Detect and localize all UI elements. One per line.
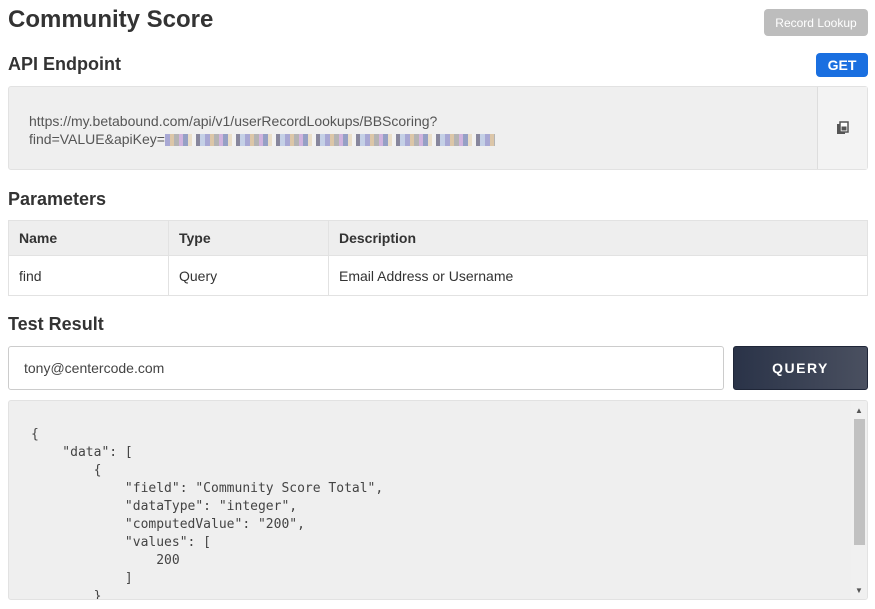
table-header-row: Name Type Description (8, 220, 868, 256)
copy-button[interactable] (817, 87, 867, 169)
param-type-cell: Query (168, 255, 329, 296)
column-header-type: Type (168, 220, 329, 256)
test-result-heading: Test Result (8, 314, 104, 334)
redacted-api-key (164, 134, 495, 147)
api-endpoint-heading: API Endpoint (8, 54, 121, 74)
endpoint-box: https://my.betabound.com/api/v1/userReco… (8, 86, 868, 170)
table-row: find Query Email Address or Username (8, 255, 868, 296)
method-badge: GET (816, 53, 868, 77)
param-description-cell: Email Address or Username (328, 255, 868, 296)
result-scrollbar[interactable]: ▲ ▼ (851, 401, 867, 599)
parameters-heading: Parameters (8, 189, 107, 209)
query-button[interactable]: QUERY (733, 346, 868, 390)
result-panel: { "data": [ { "field": "Community Score … (8, 400, 868, 600)
scroll-thumb[interactable] (854, 419, 865, 545)
page-title: Community Score (8, 6, 214, 33)
endpoint-url[interactable]: https://my.betabound.com/api/v1/userReco… (29, 112, 789, 148)
copy-icon (836, 121, 849, 134)
query-input[interactable] (8, 346, 724, 390)
parameters-table: Name Type Description find Query Email A… (8, 220, 868, 296)
param-name-cell: find (8, 255, 169, 296)
scroll-down-icon[interactable]: ▼ (851, 583, 867, 597)
endpoint-url-line1: https://my.betabound.com/api/v1/userReco… (29, 113, 438, 129)
column-header-name: Name (8, 220, 169, 256)
scroll-up-icon[interactable]: ▲ (851, 403, 867, 417)
endpoint-url-line2: find=VALUE&apiKey= (29, 131, 165, 147)
result-json: { "data": [ { "field": "Community Score … (31, 427, 384, 600)
record-lookup-button[interactable]: Record Lookup (764, 9, 868, 36)
column-header-description: Description (328, 220, 868, 256)
